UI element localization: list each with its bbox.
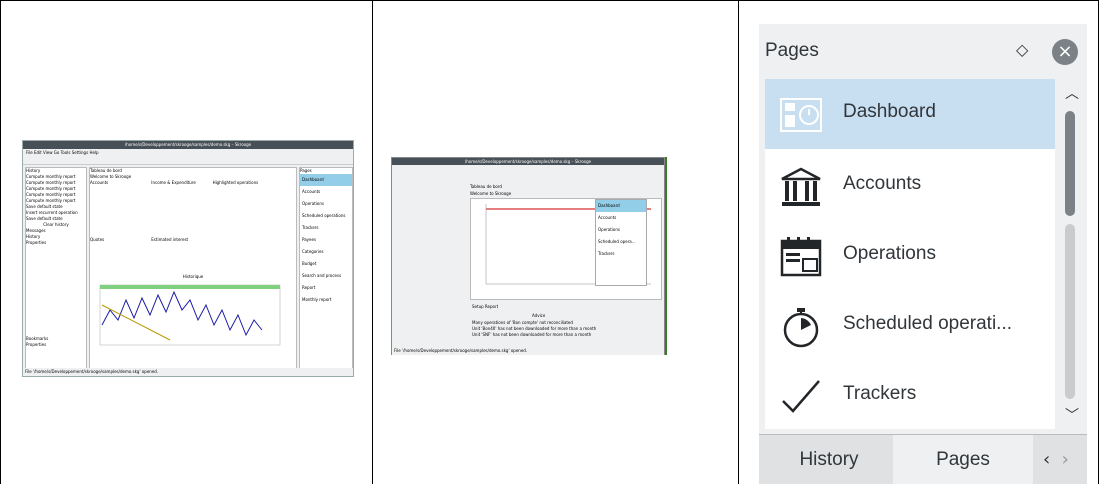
menu-bar: File Edit View Go Tools Settings Help: [23, 149, 353, 156]
scrollbar-track[interactable]: [1065, 224, 1075, 399]
income-widget-title: Income & Expenditure: [151, 180, 196, 185]
pages-item-accounts[interactable]: Accounts: [300, 186, 352, 198]
page-item-label: Accounts: [843, 173, 922, 194]
setup-report-button[interactable]: Setup Report: [472, 304, 498, 310]
menu-settings[interactable]: Settings: [72, 150, 88, 155]
float-diamond-icon[interactable]: ◇: [1016, 42, 1032, 58]
page-item-label: Trackers: [843, 383, 917, 404]
pages-dock-zoom: Pages ◇ × Dashboard Accounts Operations …: [759, 24, 1087, 484]
pages-item-accounts-2[interactable]: Accounts: [596, 212, 646, 224]
tab-pages[interactable]: Pages: [893, 435, 1033, 484]
page-item-label: Operations: [843, 243, 936, 264]
advice-title: Advice: [532, 313, 546, 318]
scroll-down-icon[interactable]: ﹀: [1065, 405, 1079, 425]
advice-item[interactable]: Unit 'SNF' has not been downloaded for m…: [472, 332, 591, 338]
checkmark-icon: [782, 380, 820, 413]
page-item-accounts[interactable]: Accounts: [765, 151, 1055, 221]
close-icon[interactable]: ×: [1052, 39, 1078, 65]
widgets-area: [90, 187, 296, 237]
pages-item-monthly-report[interactable]: Monthly report: [300, 294, 352, 306]
history-dock: History Compute monthly report Compute m…: [25, 167, 87, 369]
menu-file[interactable]: File: [26, 150, 33, 155]
page-item-trackers[interactable]: Trackers: [765, 361, 1055, 429]
interest-widget-title: Estimated interest: [151, 237, 189, 242]
toolbar: [23, 156, 353, 165]
center-tab-2[interactable]: Tableau de bord: [470, 184, 502, 190]
pages-item-operations-2[interactable]: Operations: [596, 224, 646, 236]
pages-item-report[interactable]: Report: [300, 282, 352, 294]
quotes-area: [90, 244, 296, 274]
pages-list: Dashboard Accounts Operations Scheduled …: [765, 79, 1055, 429]
bank-icon: [781, 167, 821, 206]
welcome-text-2: Welcome to Skrooge: [470, 191, 512, 196]
pages-item-scheduled-2[interactable]: Scheduled opera...: [596, 236, 646, 248]
menu-view[interactable]: View: [43, 150, 53, 155]
properties-area: [26, 246, 86, 336]
floating-pages-dock: Dashboard Accounts Operations Scheduled …: [595, 199, 647, 286]
menu-tools[interactable]: Tools: [61, 150, 71, 155]
page-item-label: Dashboard: [843, 101, 936, 122]
highlighted-widget-title: Highlighted operations: [212, 180, 259, 185]
tab-history[interactable]: History: [769, 435, 889, 484]
pages-item-dashboard-2[interactable]: Dashboard: [596, 200, 646, 212]
stopwatch-icon: [783, 308, 819, 348]
grid-line-left: [0, 0, 1, 484]
grid-line-top: [0, 0, 1099, 1]
dock-tab-bar: History Pages ‹ ›: [759, 434, 1087, 484]
accounts-widget-title: Accounts: [90, 180, 109, 185]
status-bar: File '/home/s/Developpement/skrooge/samp…: [23, 368, 353, 376]
bottom-tab-properties[interactable]: Properties: [26, 342, 86, 348]
pages-item-trackers-2[interactable]: Trackers: [596, 248, 646, 260]
pages-item-scheduled[interactable]: Scheduled operations: [300, 210, 352, 222]
page-item-label: Scheduled operati...: [843, 313, 1013, 334]
dashboard-view: Tableau de bord Welcome to Skrooge Accou…: [89, 167, 297, 369]
pages-item-categories[interactable]: Categories: [300, 246, 352, 258]
historique-chart: [99, 284, 281, 346]
dashboard-icon: [780, 98, 822, 132]
pages-title: Pages: [765, 40, 819, 61]
grid-line-col1: [372, 0, 373, 484]
pages-item-trackers[interactable]: Trackers: [300, 222, 352, 234]
pages-item-operations[interactable]: Operations: [300, 198, 352, 210]
pages-item-payees[interactable]: Payees: [300, 234, 352, 246]
calendar-icon: [780, 237, 822, 277]
tab-scroll-arrows[interactable]: ‹ ›: [1043, 435, 1069, 484]
window-title-2: /home/s/Developpement/skrooge/samples/de…: [392, 158, 664, 165]
page-item-scheduled[interactable]: Scheduled operati...: [765, 291, 1055, 361]
pages-dock: Pages Dashboard Accounts Operations Sche…: [299, 167, 353, 369]
window-title: /home/s/Developpement/skrooge/samples/de…: [23, 141, 353, 149]
quotes-widget-title: Quotes: [90, 237, 105, 242]
scrollbar-thumb[interactable]: [1065, 111, 1075, 216]
tab-scroll-left-icon[interactable]: ‹: [1043, 449, 1050, 470]
skrooge-window-full: /home/s/Developpement/skrooge/samples/de…: [22, 140, 354, 377]
menu-edit[interactable]: Edit: [34, 150, 42, 155]
status-bar-2: File '/home/s/Developpement/skrooge/samp…: [394, 348, 528, 353]
pages-item-budget[interactable]: Budget: [300, 258, 352, 270]
tab-scroll-right-icon[interactable]: ›: [1062, 449, 1069, 470]
pages-item-dashboard[interactable]: Dashboard: [300, 174, 352, 186]
menu-help[interactable]: Help: [89, 150, 98, 155]
pages-scrollbar[interactable]: ︿ ﹀: [1059, 79, 1083, 429]
menu-go[interactable]: Go: [54, 150, 60, 155]
skrooge-window-floating: /home/s/Developpement/skrooge/samples/de…: [391, 157, 667, 355]
pages-item-search[interactable]: Search and process: [300, 270, 352, 282]
scroll-up-icon[interactable]: ︿: [1065, 83, 1079, 103]
page-item-dashboard[interactable]: Dashboard: [765, 79, 1055, 149]
page-item-operations[interactable]: Operations: [765, 221, 1055, 291]
grid-line-col2: [738, 0, 739, 484]
